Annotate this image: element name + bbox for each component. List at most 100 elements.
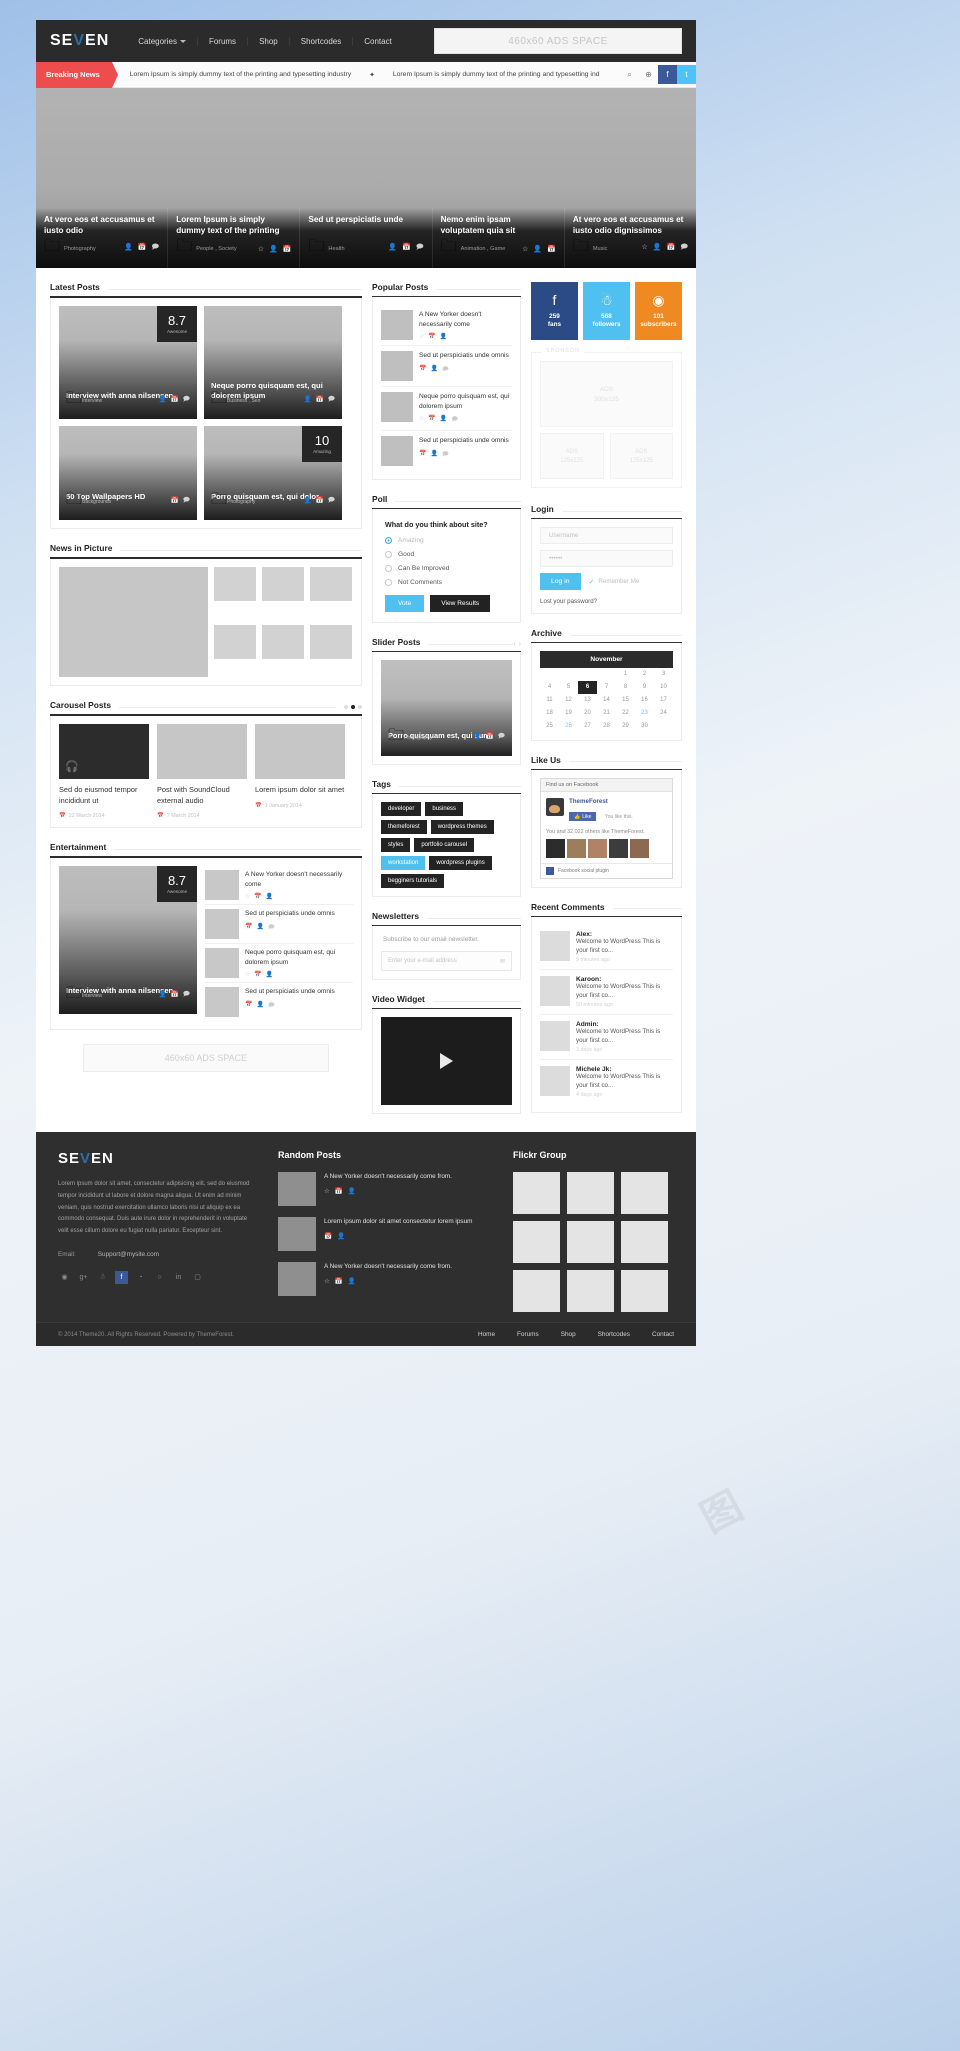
password-input[interactable]: •••••• bbox=[540, 550, 673, 567]
featured-category[interactable]: Music bbox=[593, 246, 608, 252]
list-title[interactable]: Neque porro quisquam est, qui dolorem ip… bbox=[245, 948, 353, 966]
slider-post-category[interactable]: Photography bbox=[404, 735, 432, 741]
news-picture-large[interactable] bbox=[59, 567, 208, 677]
featured-slide[interactable]: At vero eos et accusamus et iusto odio d… bbox=[563, 208, 697, 268]
featured-slide[interactable]: Lorem Ipsum is simply dummy text of the … bbox=[167, 208, 300, 268]
sponsor-ad-large[interactable]: ADS 300x125 bbox=[540, 361, 673, 427]
list-item[interactable]: Sed ut perspiciatis unde omnis 📅 👤 🗩 bbox=[205, 983, 353, 1021]
post-category[interactable]: Interview bbox=[82, 398, 102, 404]
calendar-day[interactable]: 19 bbox=[559, 706, 578, 719]
flickr-thumb[interactable] bbox=[621, 1221, 668, 1264]
featured-slide[interactable]: At vero eos et accusamus et iusto odio 🗀… bbox=[36, 208, 168, 268]
carousel-item[interactable]: Lorem ipsum dolor sit amet 📅 1 January 20… bbox=[255, 724, 345, 819]
carousel-title[interactable]: Post with SoundCloud external audio bbox=[157, 785, 247, 806]
tag[interactable]: developer bbox=[381, 802, 422, 817]
poll-option[interactable]: Not Comments bbox=[385, 579, 512, 587]
nav-item-shortcodes[interactable]: Shortcodes bbox=[288, 36, 352, 46]
chevron-left-icon[interactable]: ‹ bbox=[513, 641, 515, 648]
list-title[interactable]: Sed ut perspiciatis unde omnis bbox=[245, 909, 335, 918]
tag[interactable]: wordpress plugins bbox=[429, 856, 492, 871]
list-item[interactable]: A New Yorker doesn't necessarily come fr… bbox=[278, 1172, 493, 1207]
poll-option[interactable]: Amazing bbox=[385, 537, 512, 545]
list-item[interactable]: A New Yorker doesn't necessarily come fr… bbox=[278, 1262, 493, 1297]
sponsor-ad-small[interactable]: ADS 125x125 bbox=[609, 433, 673, 479]
calendar-day[interactable]: 22 bbox=[616, 706, 635, 719]
play-icon[interactable] bbox=[440, 1053, 453, 1070]
search-icon[interactable]: ⌕ bbox=[620, 65, 639, 84]
list-title[interactable]: A New Yorker doesn't necessarily come bbox=[245, 870, 353, 888]
calendar-day[interactable]: 4 bbox=[540, 681, 559, 694]
list-title[interactable]: Neque porro quisquam est, qui dolorem ip… bbox=[419, 392, 512, 411]
login-button[interactable]: Log in bbox=[540, 573, 581, 590]
view-results-button[interactable]: View Results bbox=[430, 595, 491, 613]
radio-icon[interactable] bbox=[385, 579, 392, 587]
lost-password-link[interactable]: Lost your password? bbox=[540, 598, 673, 605]
calendar-day[interactable]: 9 bbox=[635, 681, 654, 694]
carousel-dot[interactable] bbox=[358, 705, 362, 709]
calendar-day[interactable]: 24 bbox=[654, 706, 673, 719]
nav-item-contact[interactable]: Contact bbox=[352, 36, 403, 46]
username-input[interactable]: Username bbox=[540, 527, 673, 544]
facebook-icon[interactable]: f bbox=[658, 65, 677, 84]
footer-link-home[interactable]: Home bbox=[478, 1331, 495, 1338]
comment-item[interactable]: Alex: Welcome to WordPress This is your … bbox=[540, 925, 673, 970]
latest-post-card[interactable]: 10 Amazing Porro quisquam est, qui dolor… bbox=[204, 426, 342, 520]
news-picture-thumb[interactable] bbox=[261, 625, 304, 659]
calendar-day[interactable]: 10 bbox=[654, 681, 673, 694]
list-title[interactable]: Lorem ipsum dolor sit amet consectetur l… bbox=[324, 1217, 472, 1227]
calendar-day[interactable]: 25 bbox=[540, 719, 559, 732]
post-category[interactable]: Interview bbox=[82, 993, 102, 999]
facebook-page-name[interactable]: ThemeForest bbox=[569, 798, 633, 805]
list-item[interactable]: A New Yorker doesn't necessarily come ☆ 📅… bbox=[205, 866, 353, 906]
ticker-item[interactable]: Lorem Ipsum is simply dummy text of the … bbox=[393, 71, 600, 78]
site-logo[interactable]: SEVEN bbox=[50, 32, 109, 50]
carousel-title[interactable]: Sed do eiusmod tempor incididunt ut bbox=[59, 785, 149, 806]
carousel-thumb[interactable] bbox=[255, 724, 345, 779]
comment-item[interactable]: Admin: Welcome to WordPress This is your… bbox=[540, 1015, 673, 1060]
twitter-icon[interactable]: t bbox=[677, 65, 696, 84]
calendar-day[interactable]: 11 bbox=[540, 694, 559, 707]
list-item[interactable]: Neque porro quisquam est, qui dolorem ip… bbox=[205, 944, 353, 984]
video-player[interactable] bbox=[381, 1017, 512, 1106]
newsletter-input[interactable]: Enter your e-mail address ✉ bbox=[381, 951, 512, 972]
flickr-thumb[interactable] bbox=[567, 1221, 614, 1264]
list-item[interactable]: Sed ut perspiciatis unde omnis 📅 👤 🗩 bbox=[381, 431, 512, 471]
latest-post-card[interactable]: Neque porro quisquam est, qui dolorem ip… bbox=[204, 306, 342, 419]
calendar-day[interactable]: 28 bbox=[597, 719, 616, 732]
carousel-dots[interactable] bbox=[344, 705, 362, 709]
flickr-thumb[interactable] bbox=[621, 1270, 668, 1313]
featured-category[interactable]: Animation , Game bbox=[461, 246, 506, 252]
calendar-day[interactable]: 14 bbox=[597, 694, 616, 707]
list-title[interactable]: Sed ut perspiciatis unde omnis bbox=[419, 351, 509, 361]
news-picture-thumb[interactable] bbox=[213, 567, 256, 601]
linkedin-icon[interactable]: in bbox=[172, 1271, 185, 1284]
list-item[interactable]: A New Yorker doesn't necessarily come ☆ 📅… bbox=[381, 305, 512, 347]
flickr-thumb[interactable] bbox=[567, 1172, 614, 1215]
list-title[interactable]: Sed ut perspiciatis unde omnis bbox=[245, 987, 335, 996]
post-category[interactable]: Photography bbox=[227, 499, 255, 505]
facebook-icon[interactable]: f bbox=[115, 1270, 128, 1284]
poll-option[interactable]: Good bbox=[385, 551, 512, 559]
flickr-thumb[interactable] bbox=[621, 1172, 668, 1215]
rss-icon[interactable]: ◔ bbox=[134, 1271, 147, 1284]
poll-option[interactable]: Can Be Improved bbox=[385, 565, 512, 573]
content-ad-space[interactable]: 460x60 ADS SPACE bbox=[83, 1044, 329, 1073]
featured-category[interactable]: People , Society bbox=[196, 246, 236, 252]
slider-post[interactable]: Porro quisquam est, qui sum 🗀 Photograph… bbox=[381, 660, 512, 757]
list-title[interactable]: Sed ut perspiciatis unde omnis bbox=[419, 436, 509, 446]
vote-button[interactable]: Vote bbox=[385, 595, 425, 613]
calendar-day[interactable]: 27 bbox=[578, 719, 597, 732]
radio-icon[interactable] bbox=[385, 537, 392, 545]
nav-item-shop[interactable]: Shop bbox=[247, 36, 289, 46]
list-title[interactable]: A New Yorker doesn't necessarily come fr… bbox=[324, 1172, 452, 1182]
remember-me-checkbox[interactable]: ✓ Remember Me bbox=[589, 578, 640, 586]
list-title[interactable]: A New Yorker doesn't necessarily come fr… bbox=[324, 1262, 452, 1272]
news-picture-thumb[interactable] bbox=[309, 567, 352, 601]
calendar-day[interactable]: 15 bbox=[616, 694, 635, 707]
calendar-day[interactable]: 21 bbox=[597, 706, 616, 719]
list-title[interactable]: A New Yorker doesn't necessarily come bbox=[419, 310, 512, 329]
post-category[interactable]: Backgrounds bbox=[82, 499, 111, 505]
latest-post-card[interactable]: 8.7 Awesome Interview with anna nilsense… bbox=[59, 306, 197, 419]
nav-item-forums[interactable]: Forums bbox=[196, 36, 247, 46]
footer-logo[interactable]: SEVEN bbox=[58, 1150, 258, 1167]
